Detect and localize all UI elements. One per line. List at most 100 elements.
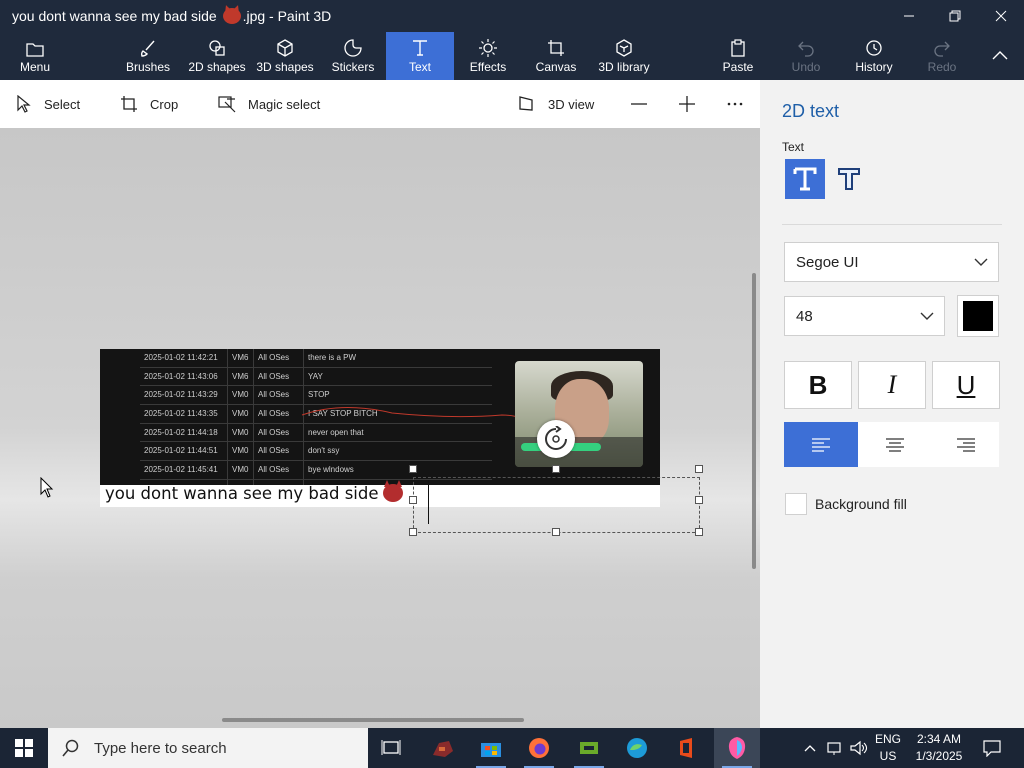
search-icon <box>62 739 79 757</box>
resize-handle[interactable] <box>409 496 417 504</box>
align-right-button[interactable] <box>932 422 999 467</box>
resize-handle[interactable] <box>409 528 417 536</box>
more-options-button[interactable] <box>726 80 756 128</box>
table-row: 2025-01-02 11:42:21 VM6 All OSes there is a… <box>140 349 492 368</box>
store-bag-icon <box>481 743 501 757</box>
crop-button[interactable]: Crop <box>120 80 178 128</box>
typed-text: you dont wanna see my bad side <box>105 480 403 503</box>
font-size-dropdown[interactable]: 48 <box>784 296 945 336</box>
horizontal-scrollbar[interactable] <box>222 718 524 722</box>
table-row: 2025-01-02 11:43:06 VM6 All OSes YAY <box>140 367 492 387</box>
resize-handle[interactable] <box>552 465 560 473</box>
brushes-button[interactable]: Brushes <box>120 32 176 80</box>
volume-control[interactable] <box>848 728 870 768</box>
2d-shapes-button[interactable]: 2D shapes <box>186 32 248 80</box>
input-language-indicator[interactable]: ENG US <box>870 731 906 765</box>
taskbar-search-box[interactable]: Type here to search <box>48 728 368 768</box>
speaker-icon <box>850 740 868 756</box>
magic-select-button[interactable]: Magic select <box>218 80 320 128</box>
brush-icon <box>140 40 155 57</box>
resize-handle[interactable] <box>695 528 703 536</box>
3d-text-style-button[interactable] <box>829 159 869 199</box>
text-caret <box>428 480 429 524</box>
panel-divider <box>782 224 1002 225</box>
stickers-button[interactable]: Stickers <box>326 32 380 80</box>
sun-icon <box>479 39 497 57</box>
underline-button[interactable]: U <box>932 361 1000 409</box>
taskbar-edge[interactable] <box>614 728 660 768</box>
undo-button[interactable]: Undo <box>784 32 828 80</box>
start-button[interactable] <box>0 728 48 768</box>
text-selection-box[interactable] <box>413 477 700 533</box>
office-icon <box>680 738 692 758</box>
zoom-out-button[interactable] <box>630 80 660 128</box>
font-family-dropdown[interactable]: Segoe UI <box>784 242 999 282</box>
background-fill-checkbox[interactable] <box>785 493 807 515</box>
firefox-icon <box>529 738 549 758</box>
sub-toolbar: Select Crop Magic select 3D view <box>0 80 760 128</box>
resize-handle[interactable] <box>695 496 703 504</box>
align-left-button[interactable] <box>784 422 858 467</box>
canvas-area[interactable]: 2025-01-02 11:42:21 VM6 All OSes there is a… <box>0 128 760 728</box>
ellipsis-icon <box>727 102 743 106</box>
rotate-handle[interactable] <box>537 420 575 458</box>
select-button[interactable]: Select <box>16 80 80 128</box>
task-view-button[interactable] <box>368 728 414 768</box>
vertical-scrollbar[interactable] <box>752 273 756 569</box>
history-button[interactable]: History <box>850 32 898 80</box>
maximize-button[interactable] <box>932 0 978 32</box>
taskbar-green-app[interactable] <box>566 728 612 768</box>
3d-view-button[interactable]: 3D view <box>518 80 594 128</box>
background-fill-label: Background fill <box>815 496 907 512</box>
taskbar: Type here to search ENG US 2:34 AM 1/3/2… <box>0 728 1024 768</box>
taskbar-clock[interactable]: 2:34 AM 1/3/2025 <box>908 731 970 765</box>
panel-title: 2D text <box>782 101 840 121</box>
taskbar-firefox[interactable] <box>516 728 562 768</box>
canvas-button[interactable]: Canvas <box>532 32 580 80</box>
resize-handle[interactable] <box>695 465 703 473</box>
canvas-icon <box>548 40 564 56</box>
paste-button[interactable]: Paste <box>716 32 760 80</box>
edge-icon <box>627 738 647 758</box>
notifications-button[interactable] <box>978 728 1006 768</box>
webcam-overlay <box>515 361 643 467</box>
taskbar-microsoft-store[interactable] <box>468 728 514 768</box>
text-button[interactable]: Text <box>386 32 454 80</box>
game-app-icon <box>433 741 453 757</box>
chevron-up-icon <box>804 745 816 752</box>
select-cursor-icon <box>17 95 31 113</box>
show-hidden-icons-button[interactable] <box>800 728 820 768</box>
smiling-devil-emoji-icon <box>222 8 241 24</box>
redo-button[interactable]: Redo <box>920 32 964 80</box>
green-app-icon <box>580 742 598 754</box>
task-view-icon <box>381 740 401 755</box>
2d-text-style-button[interactable] <box>785 159 825 199</box>
chevron-up-icon <box>992 50 1008 59</box>
3d-shapes-button[interactable]: 3D shapes <box>254 32 316 80</box>
menu-button[interactable]: Menu <box>10 32 60 80</box>
windows-logo-icon <box>15 739 33 757</box>
bold-button[interactable]: B <box>784 361 852 409</box>
3d-library-button[interactable]: 3D library <box>594 32 654 80</box>
3d-library-icon <box>616 39 632 57</box>
align-center-icon <box>886 437 904 452</box>
3d-view-icon <box>519 96 533 111</box>
smiling-devil-emoji-icon <box>382 480 403 502</box>
collapse-ribbon-button[interactable] <box>980 32 1020 80</box>
resize-handle[interactable] <box>409 465 417 473</box>
effects-button[interactable]: Effects <box>464 32 512 80</box>
resize-handle[interactable] <box>552 528 560 536</box>
network-status[interactable] <box>824 728 846 768</box>
close-button[interactable] <box>978 0 1024 32</box>
text-color-picker[interactable] <box>957 295 999 337</box>
minimize-button[interactable] <box>886 0 932 32</box>
zoom-in-button[interactable] <box>678 80 708 128</box>
chevron-down-icon <box>974 258 988 266</box>
taskbar-game-app[interactable] <box>420 728 466 768</box>
sticker-icon <box>344 39 362 57</box>
align-center-button[interactable] <box>858 422 932 467</box>
taskbar-office[interactable] <box>664 728 710 768</box>
taskbar-paint-3d[interactable] <box>714 728 760 768</box>
crop-icon <box>121 96 137 112</box>
italic-button[interactable]: I <box>858 361 926 409</box>
